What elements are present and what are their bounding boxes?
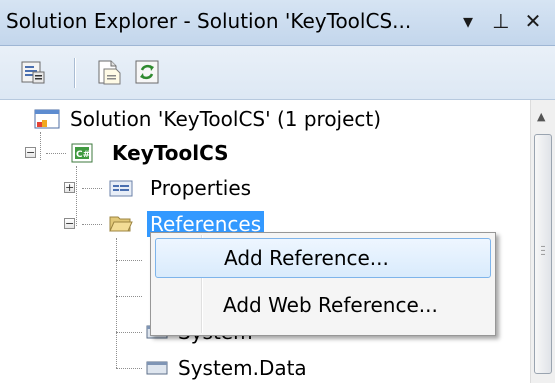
vertical-scrollbar[interactable]: ▲ – – – [530,100,555,383]
window-title: Solution Explorer - Solution 'KeyToolCS.… [6,9,412,33]
properties-folder-icon [108,177,134,199]
show-all-files-icon[interactable] [96,59,122,85]
menu-item-add-web-reference[interactable]: Add Web Reference... [155,286,491,326]
tree-connector [116,368,142,369]
tree-connector [46,153,66,154]
auto-hide-pin-icon[interactable]: ⊥ [488,8,514,34]
menu-item-add-reference[interactable]: Add Reference... [155,238,491,278]
open-folder-icon [108,212,134,234]
tree-node-label: KeyToolCS [112,141,229,165]
title-bar[interactable]: Solution Explorer - Solution 'KeyToolCS.… [0,0,555,46]
assembly-icon [144,357,170,379]
csharp-project-icon: C# [70,142,96,164]
expand-icon[interactable]: + [64,182,75,193]
collapse-icon[interactable]: − [25,147,36,158]
tree-connector [82,224,102,225]
tree-connector [40,132,41,160]
tree-connector [76,166,77,226]
tree-node-label: Solution 'KeyToolCS' (1 project) [70,107,382,131]
context-menu: Add Reference... Add Web Reference... [150,232,496,336]
properties-icon[interactable] [20,59,46,85]
solution-icon [34,108,60,130]
tree-connector [116,332,142,333]
toolbar-separator [74,58,76,88]
tree-node-label: Properties [150,176,252,200]
scroll-grip-icon: – – – [540,241,546,260]
menu-item-label: Add Web Reference... [223,293,438,317]
scroll-thumb[interactable]: – – – [534,134,552,374]
collapse-icon[interactable]: − [64,218,75,229]
tree-connector [82,188,102,189]
toolbar [0,46,555,100]
scroll-up-icon[interactable]: ▲ [537,110,545,123]
tree-connector [116,296,142,297]
svg-text:C#: C# [76,150,90,160]
tree-node-label: System.Data [178,356,307,380]
menu-item-label: Add Reference... [224,246,389,270]
refresh-icon[interactable] [134,59,160,85]
tree-connector [116,238,117,368]
close-icon[interactable]: ✕ [520,8,546,34]
window-position-dropdown-icon[interactable]: ▾ [455,8,481,34]
tree-connector [116,260,142,261]
